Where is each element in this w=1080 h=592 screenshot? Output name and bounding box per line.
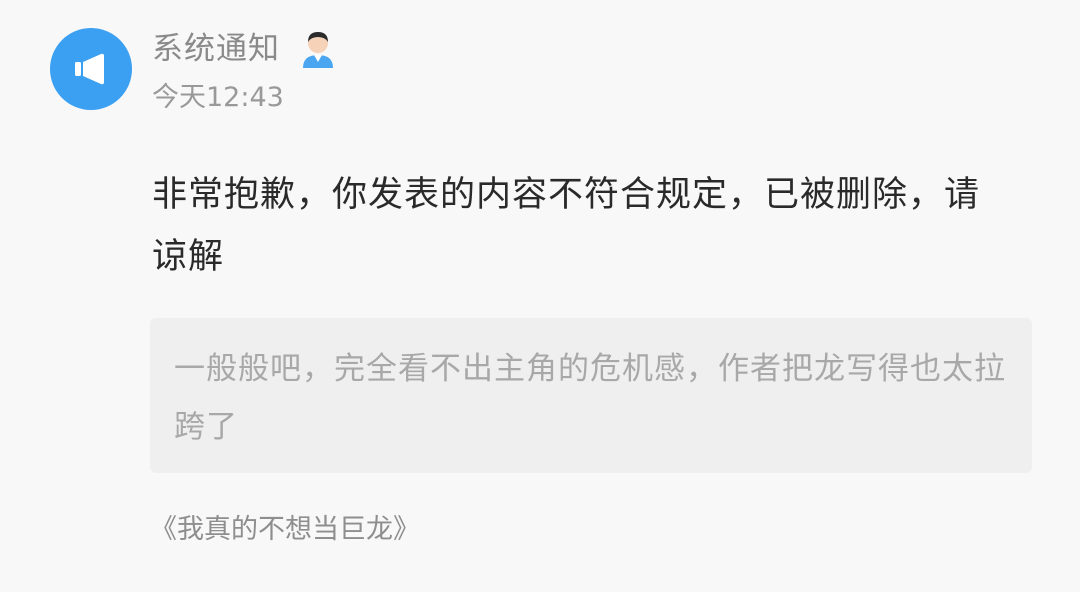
- book-title-link[interactable]: 《我真的不想当巨龙》: [150, 512, 420, 548]
- quoted-comment-text: 一般般吧，完全看不出主角的危机感，作者把龙写得也太拉跨了: [174, 351, 1006, 445]
- system-avatar[interactable]: [50, 28, 132, 110]
- sender-row: 系统通知: [152, 28, 338, 70]
- quoted-comment-box[interactable]: 一般般吧，完全看不出主角的危机感，作者把龙写得也太拉跨了: [150, 318, 1032, 473]
- speaker-icon: [75, 53, 104, 85]
- sender-name: 系统通知: [152, 31, 280, 67]
- notification-time: 今天12:43: [152, 82, 284, 113]
- person-icon: [298, 29, 338, 69]
- notification-message: 非常抱歉，你发表的内容不符合规定，已被删除，请谅解: [152, 175, 981, 277]
